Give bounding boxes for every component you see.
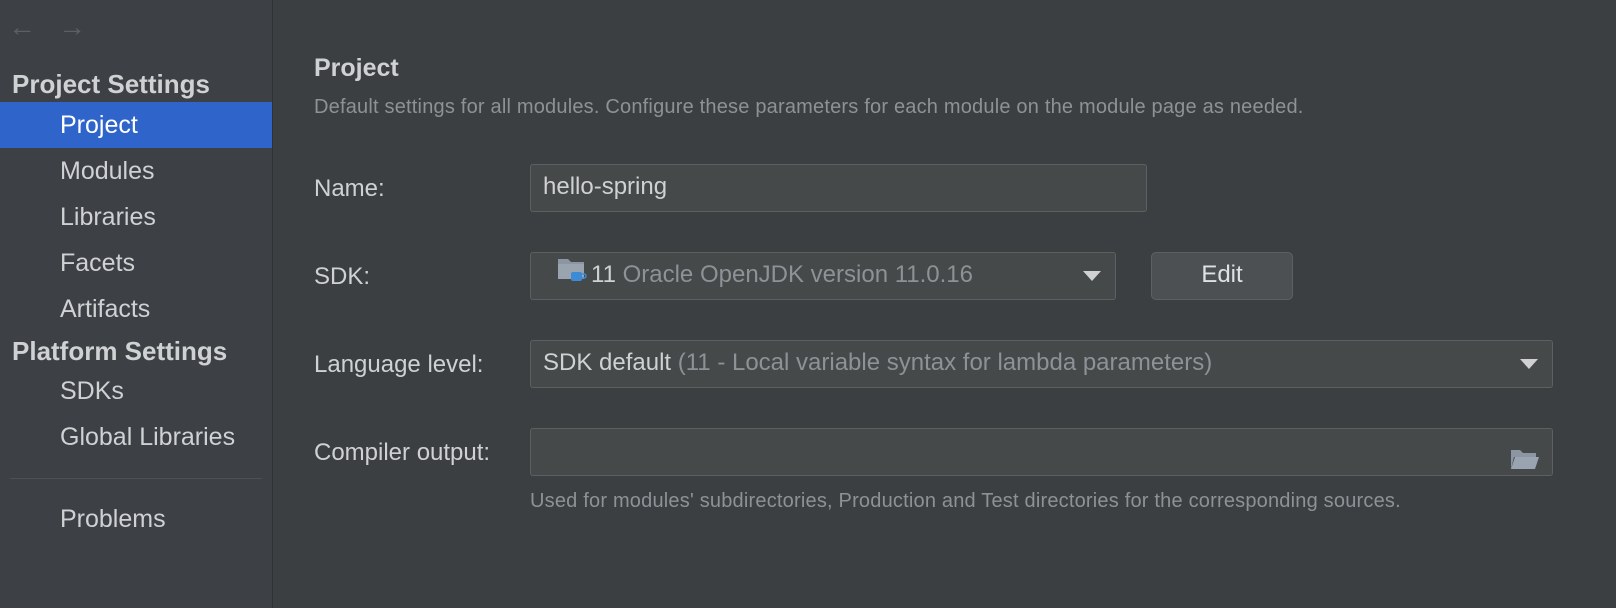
sidebar-item-facets[interactable]: Facets	[0, 240, 272, 286]
sdk-name: Oracle OpenJDK version 11.0.16	[622, 261, 973, 288]
page-description: Default settings for all modules. Config…	[314, 96, 1304, 118]
project-settings-heading: Project Settings	[12, 69, 210, 99]
settings-panel: Project Default settings for all modules…	[273, 0, 1616, 608]
arrow-right-icon[interactable]: →	[58, 10, 86, 44]
language-level-dropdown[interactable]: SDK default (11 - Local variable syntax …	[530, 340, 1553, 388]
edit-button[interactable]: Edit	[1151, 252, 1293, 300]
arrow-left-icon[interactable]: ←	[8, 10, 36, 44]
page-title: Project	[314, 54, 399, 82]
sidebar-item-libraries[interactable]: Libraries	[0, 194, 272, 240]
language-level-detail: (11 - Local variable syntax for lambda p…	[677, 349, 1213, 376]
sidebar-divider	[10, 478, 262, 479]
sdk-dropdown[interactable]: 11 Oracle OpenJDK version 11.0.16	[530, 252, 1116, 300]
language-level-value: SDK default	[543, 349, 672, 376]
compiler-output-hint: Used for modules' subdirectories, Produc…	[530, 490, 1401, 512]
language-level-label: Language level:	[314, 351, 484, 378]
sidebar-item-project[interactable]: Project	[0, 102, 272, 148]
name-field[interactable]: hello-spring	[530, 164, 1147, 212]
sdk-label: SDK:	[314, 263, 371, 290]
sidebar: ← → Project Settings Project Modules Lib…	[0, 0, 273, 608]
sidebar-item-sdks[interactable]: SDKs	[0, 368, 272, 414]
sdk-version: 11	[591, 261, 616, 288]
chevron-down-icon	[1520, 359, 1538, 369]
compiler-output-field[interactable]	[530, 428, 1553, 476]
name-label: Name:	[314, 175, 385, 202]
sidebar-item-modules[interactable]: Modules	[0, 148, 272, 194]
sidebar-item-artifacts[interactable]: Artifacts	[0, 286, 272, 332]
sidebar-item-problems[interactable]: Problems	[0, 496, 272, 542]
folder-java-icon	[557, 254, 587, 298]
platform-settings-heading: Platform Settings	[12, 336, 228, 366]
chevron-down-icon	[1083, 271, 1101, 281]
folder-open-icon[interactable]	[1510, 441, 1540, 475]
compiler-output-label: Compiler output:	[314, 439, 491, 466]
sidebar-item-global-libraries[interactable]: Global Libraries	[0, 414, 272, 460]
name-value: hello-spring	[543, 173, 668, 200]
